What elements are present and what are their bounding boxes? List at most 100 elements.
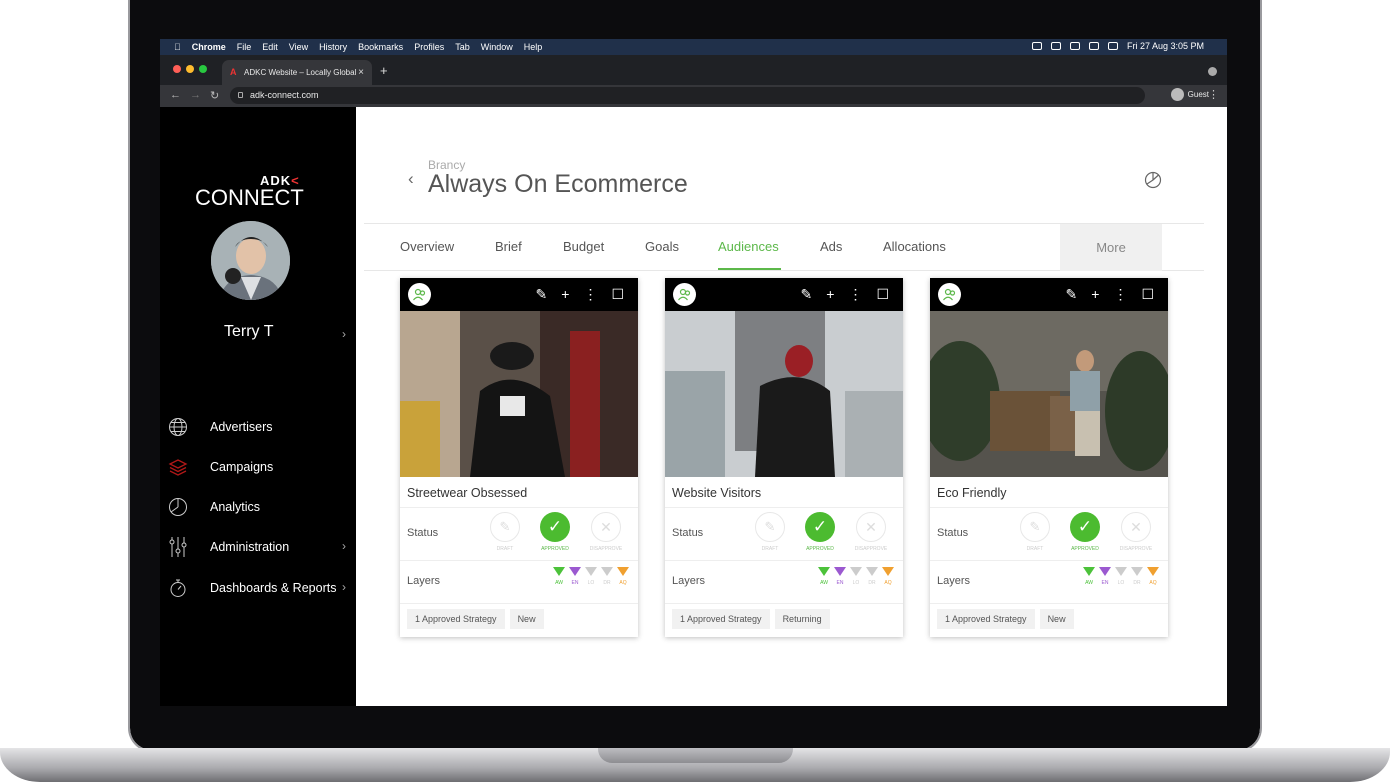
tab-overview[interactable]: Overview (400, 239, 454, 254)
sidebar-item-administration[interactable]: Administration (168, 535, 348, 559)
browser-menu-icon[interactable]: ⋮ (1208, 88, 1219, 101)
menu-item-view[interactable]: View (289, 42, 308, 52)
audience-type-chip[interactable]: Returning (774, 609, 830, 629)
forward-icon[interactable]: → (190, 89, 201, 101)
sidebar-item-campaigns[interactable]: Campaigns (168, 455, 348, 479)
audience-type-chip[interactable]: New (1039, 609, 1074, 629)
menu-item-tab[interactable]: Tab (455, 42, 470, 52)
apple-icon[interactable]:  (174, 42, 181, 52)
layer-dr-icon[interactable]: DR (1129, 565, 1145, 586)
creative-cloud-icon[interactable] (1031, 42, 1042, 50)
approved-status[interactable]: ✓ APPROVED (795, 512, 845, 552)
draft-status[interactable]: ✎ DRAFT (1010, 512, 1060, 552)
draft-status[interactable]: ✎ DRAFT (745, 512, 795, 552)
dashboards-chevron-icon[interactable]: › (342, 580, 346, 594)
layer-dr-icon[interactable]: DR (599, 565, 615, 586)
layer-aq-icon[interactable]: AQ (615, 565, 631, 586)
add-icon[interactable]: + (561, 286, 569, 302)
audience-icon (673, 283, 696, 306)
analytics-pie-icon[interactable] (1144, 171, 1162, 194)
more-button[interactable]: More (1060, 224, 1162, 271)
tab-allocations[interactable]: Allocations (883, 239, 946, 254)
status-label: Status (407, 527, 439, 539)
user-chevron-icon[interactable]: › (342, 327, 346, 341)
menu-item-edit[interactable]: Edit (262, 42, 278, 52)
sidebar-item-analytics[interactable]: Analytics (168, 495, 348, 519)
edit-icon[interactable]: ✎ (801, 286, 813, 302)
profile-button[interactable]: Guest (1170, 88, 1209, 101)
sidebar-item-advertisers[interactable]: Advertisers (168, 415, 348, 439)
audience-card[interactable]: ✎ + ⋮ ☐ Website Visitors Status ✎ DRAFT ✓… (665, 278, 903, 637)
add-icon[interactable]: + (1091, 286, 1099, 302)
disapprove-status[interactable]: ✕ DISAPPROVE (846, 512, 896, 552)
layer-aq-icon[interactable]: AQ (1145, 565, 1161, 586)
layer-en-icon[interactable]: EN (832, 565, 848, 586)
select-checkbox[interactable]: ☐ (611, 286, 624, 302)
zoom-window-icon[interactable] (199, 65, 207, 73)
menu-item-profiles[interactable]: Profiles (414, 42, 444, 52)
close-tab-icon[interactable]: × (358, 67, 364, 78)
menu-item-window[interactable]: Window (481, 42, 513, 52)
tab-goals[interactable]: Goals (645, 239, 679, 254)
tab-ads[interactable]: Ads (820, 239, 842, 254)
audience-card[interactable]: ✎ + ⋮ ☐ Streetwear Obsessed Status ✎ DRAF… (400, 278, 638, 637)
tab-audiences[interactable]: Audiences (718, 239, 779, 254)
layer-en-icon[interactable]: EN (567, 565, 583, 586)
draft-status[interactable]: ✎ DRAFT (480, 512, 530, 552)
tab-search-icon[interactable] (1208, 67, 1217, 76)
layer-lo-icon[interactable]: LO (848, 565, 864, 586)
strategy-chip[interactable]: 1 Approved Strategy (672, 609, 770, 629)
more-options-icon[interactable]: ⋮ (848, 286, 862, 302)
layer-lo-icon[interactable]: LO (1113, 565, 1129, 586)
more-options-icon[interactable]: ⋮ (583, 286, 597, 302)
approved-status[interactable]: ✓ APPROVED (530, 512, 580, 552)
input-source-icon[interactable] (1069, 42, 1080, 50)
layer-dr-icon[interactable]: DR (864, 565, 880, 586)
edit-icon[interactable]: ✎ (536, 286, 548, 302)
battery-icon[interactable] (1088, 42, 1099, 50)
address-bar[interactable]: adk-connect.com (230, 87, 1145, 104)
close-window-icon[interactable] (173, 65, 181, 73)
sidebar-item-dashboards-reports[interactable]: Dashboards & Reports (168, 576, 348, 600)
new-tab-icon[interactable]: + (380, 63, 388, 78)
select-checkbox[interactable]: ☐ (876, 286, 889, 302)
tab-brief[interactable]: Brief (495, 239, 522, 254)
wifi-icon[interactable] (1107, 42, 1118, 50)
layer-aw-icon[interactable]: AW (816, 565, 832, 586)
audience-icon (938, 283, 961, 306)
administration-chevron-icon[interactable]: › (342, 539, 346, 553)
layer-en-icon[interactable]: EN (1097, 565, 1113, 586)
more-options-icon[interactable]: ⋮ (1113, 286, 1127, 302)
tab-bar: Overview Brief Budget Goals Audiences Ad… (364, 223, 1204, 271)
menu-item-bookmarks[interactable]: Bookmarks (358, 42, 403, 52)
minimize-window-icon[interactable] (186, 65, 194, 73)
layer-aq-icon[interactable]: AQ (880, 565, 896, 586)
tab-budget[interactable]: Budget (563, 239, 604, 254)
menu-item-file[interactable]: File (237, 42, 252, 52)
approved-status[interactable]: ✓ APPROVED (1060, 512, 1110, 552)
add-icon[interactable]: + (826, 286, 834, 302)
user-name[interactable]: Terry T (224, 323, 273, 341)
menu-item-history[interactable]: History (319, 42, 347, 52)
back-chevron-icon[interactable]: ‹ (408, 169, 414, 189)
disapprove-status[interactable]: ✕ DISAPPROVE (581, 512, 631, 552)
select-checkbox[interactable]: ☐ (1141, 286, 1154, 302)
audience-card[interactable]: ✎ + ⋮ ☐ Eco Friendly Status ✎ DRAFT ✓ APPR… (930, 278, 1168, 637)
layer-lo-icon[interactable]: LO (583, 565, 599, 586)
edit-icon[interactable]: ✎ (1066, 286, 1078, 302)
audience-photo (400, 311, 638, 477)
audience-type-chip[interactable]: New (509, 609, 544, 629)
strategy-chip[interactable]: 1 Approved Strategy (937, 609, 1035, 629)
clock[interactable]: Fri 27 Aug 3:05 PM (1127, 41, 1204, 51)
avatar[interactable] (211, 221, 290, 300)
layer-aw-icon[interactable]: AW (1081, 565, 1097, 586)
browser-tab[interactable]: A ADKC Website – Locally Global × (222, 60, 372, 85)
disapprove-status[interactable]: ✕ DISAPPROVE (1111, 512, 1161, 552)
reload-icon[interactable]: ↻ (210, 89, 219, 102)
layer-aw-icon[interactable]: AW (551, 565, 567, 586)
menu-item-chrome[interactable]: Chrome (192, 42, 226, 52)
back-icon[interactable]: ← (170, 89, 181, 101)
menu-item-help[interactable]: Help (524, 42, 543, 52)
display-icon[interactable] (1050, 42, 1061, 50)
strategy-chip[interactable]: 1 Approved Strategy (407, 609, 505, 629)
